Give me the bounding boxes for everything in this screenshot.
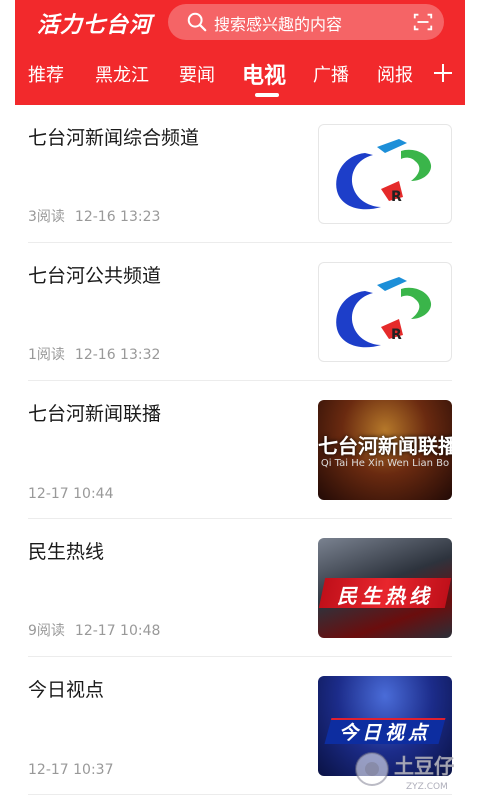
search-bar[interactable]: 搜索感兴趣的内容 [168,4,444,40]
scan-icon[interactable] [412,11,434,33]
tab-headlines[interactable]: 要闻 [179,61,215,87]
station-logo-thumbnail: R [318,262,452,362]
timestamp: 12-17 10:37 [28,762,114,778]
app-logo: 活力七台河 [37,13,153,38]
timestamp: 12-16 13:32 [74,347,161,363]
station-logo-icon: R [336,139,432,210]
thumbnail-caption: 民生热线 [337,584,433,608]
item-meta: 1阅读 12-16 13:32 [28,344,170,364]
feed-item[interactable]: 七台河公共频道 1阅读 12-16 13:32 R [15,243,465,381]
right-margin [465,0,480,800]
add-channel-icon[interactable] [433,63,453,83]
news-broadcast-thumbnail: 七台河新闻联播 Qi Tai He Xin Wen Lian Bo [318,400,452,500]
watermark-subtext: ZYZ.COM [406,782,448,792]
tab-newspaper[interactable]: 阅报 [377,61,413,87]
item-title: 七台河新闻综合频道 [28,127,200,149]
tab-recommend[interactable]: 推荐 [28,61,64,87]
item-title: 七台河公共频道 [28,265,162,287]
feed-item[interactable]: 民生热线 9阅读 12-17 10:48 民生热线 [15,519,465,657]
watermark-text: 土豆仔 [394,754,454,778]
watermark-logo-icon: 土豆仔 ZYZ.COM [355,752,454,792]
item-meta: 9阅读 12-17 10:48 [28,620,170,640]
top-header: 活力七台河 搜索感兴趣的内容 推荐 黑龙江 要闻 电视 广播 阅报 [15,0,465,105]
timestamp: 12-17 10:48 [74,623,161,639]
active-tab-indicator [255,93,279,97]
read-count: 9阅读 [28,623,65,639]
site-watermark: 土豆仔 ZYZ.COM [350,743,460,795]
thumbnail-caption: 今日视点 [338,722,431,744]
station-logo-thumbnail: R [318,124,452,224]
timestamp: 12-16 13:23 [74,209,161,225]
item-title: 今日视点 [28,679,105,701]
tab-heilongjiang[interactable]: 黑龙江 [95,61,149,87]
item-meta: 12-17 10:37 [28,762,123,778]
svg-text:R: R [391,189,402,205]
timestamp: 12-17 10:44 [28,486,114,502]
read-count: 3阅读 [28,209,65,225]
item-meta: 12-17 10:44 [28,486,123,502]
tab-tv[interactable]: 电视 [242,58,286,90]
search-placeholder: 搜索感兴趣的内容 [214,15,343,34]
hotline-thumbnail: 民生热线 [318,538,452,638]
left-margin [0,0,15,800]
station-logo-icon: R [336,277,432,348]
thumbnail-subcaption: Qi Tai He Xin Wen Lian Bo [320,458,450,469]
svg-text:R: R [391,327,402,343]
feed-item[interactable]: 七台河新闻联播 12-17 10:44 七台河新闻联播 Qi Tai He Xi… [15,381,465,519]
thumbnail-caption: 七台河新闻联播 [318,434,452,458]
tab-radio[interactable]: 广播 [313,61,349,87]
channel-tabs: 推荐 黑龙江 要闻 电视 广播 阅报 [15,55,465,97]
read-count: 1阅读 [28,347,65,363]
item-meta: 3阅读 12-16 13:23 [28,206,170,226]
feed-item[interactable]: 七台河新闻综合频道 3阅读 12-16 13:23 R [15,105,465,243]
search-icon [187,12,207,32]
item-title: 七台河新闻联播 [28,403,162,425]
item-title: 民生热线 [28,541,105,563]
